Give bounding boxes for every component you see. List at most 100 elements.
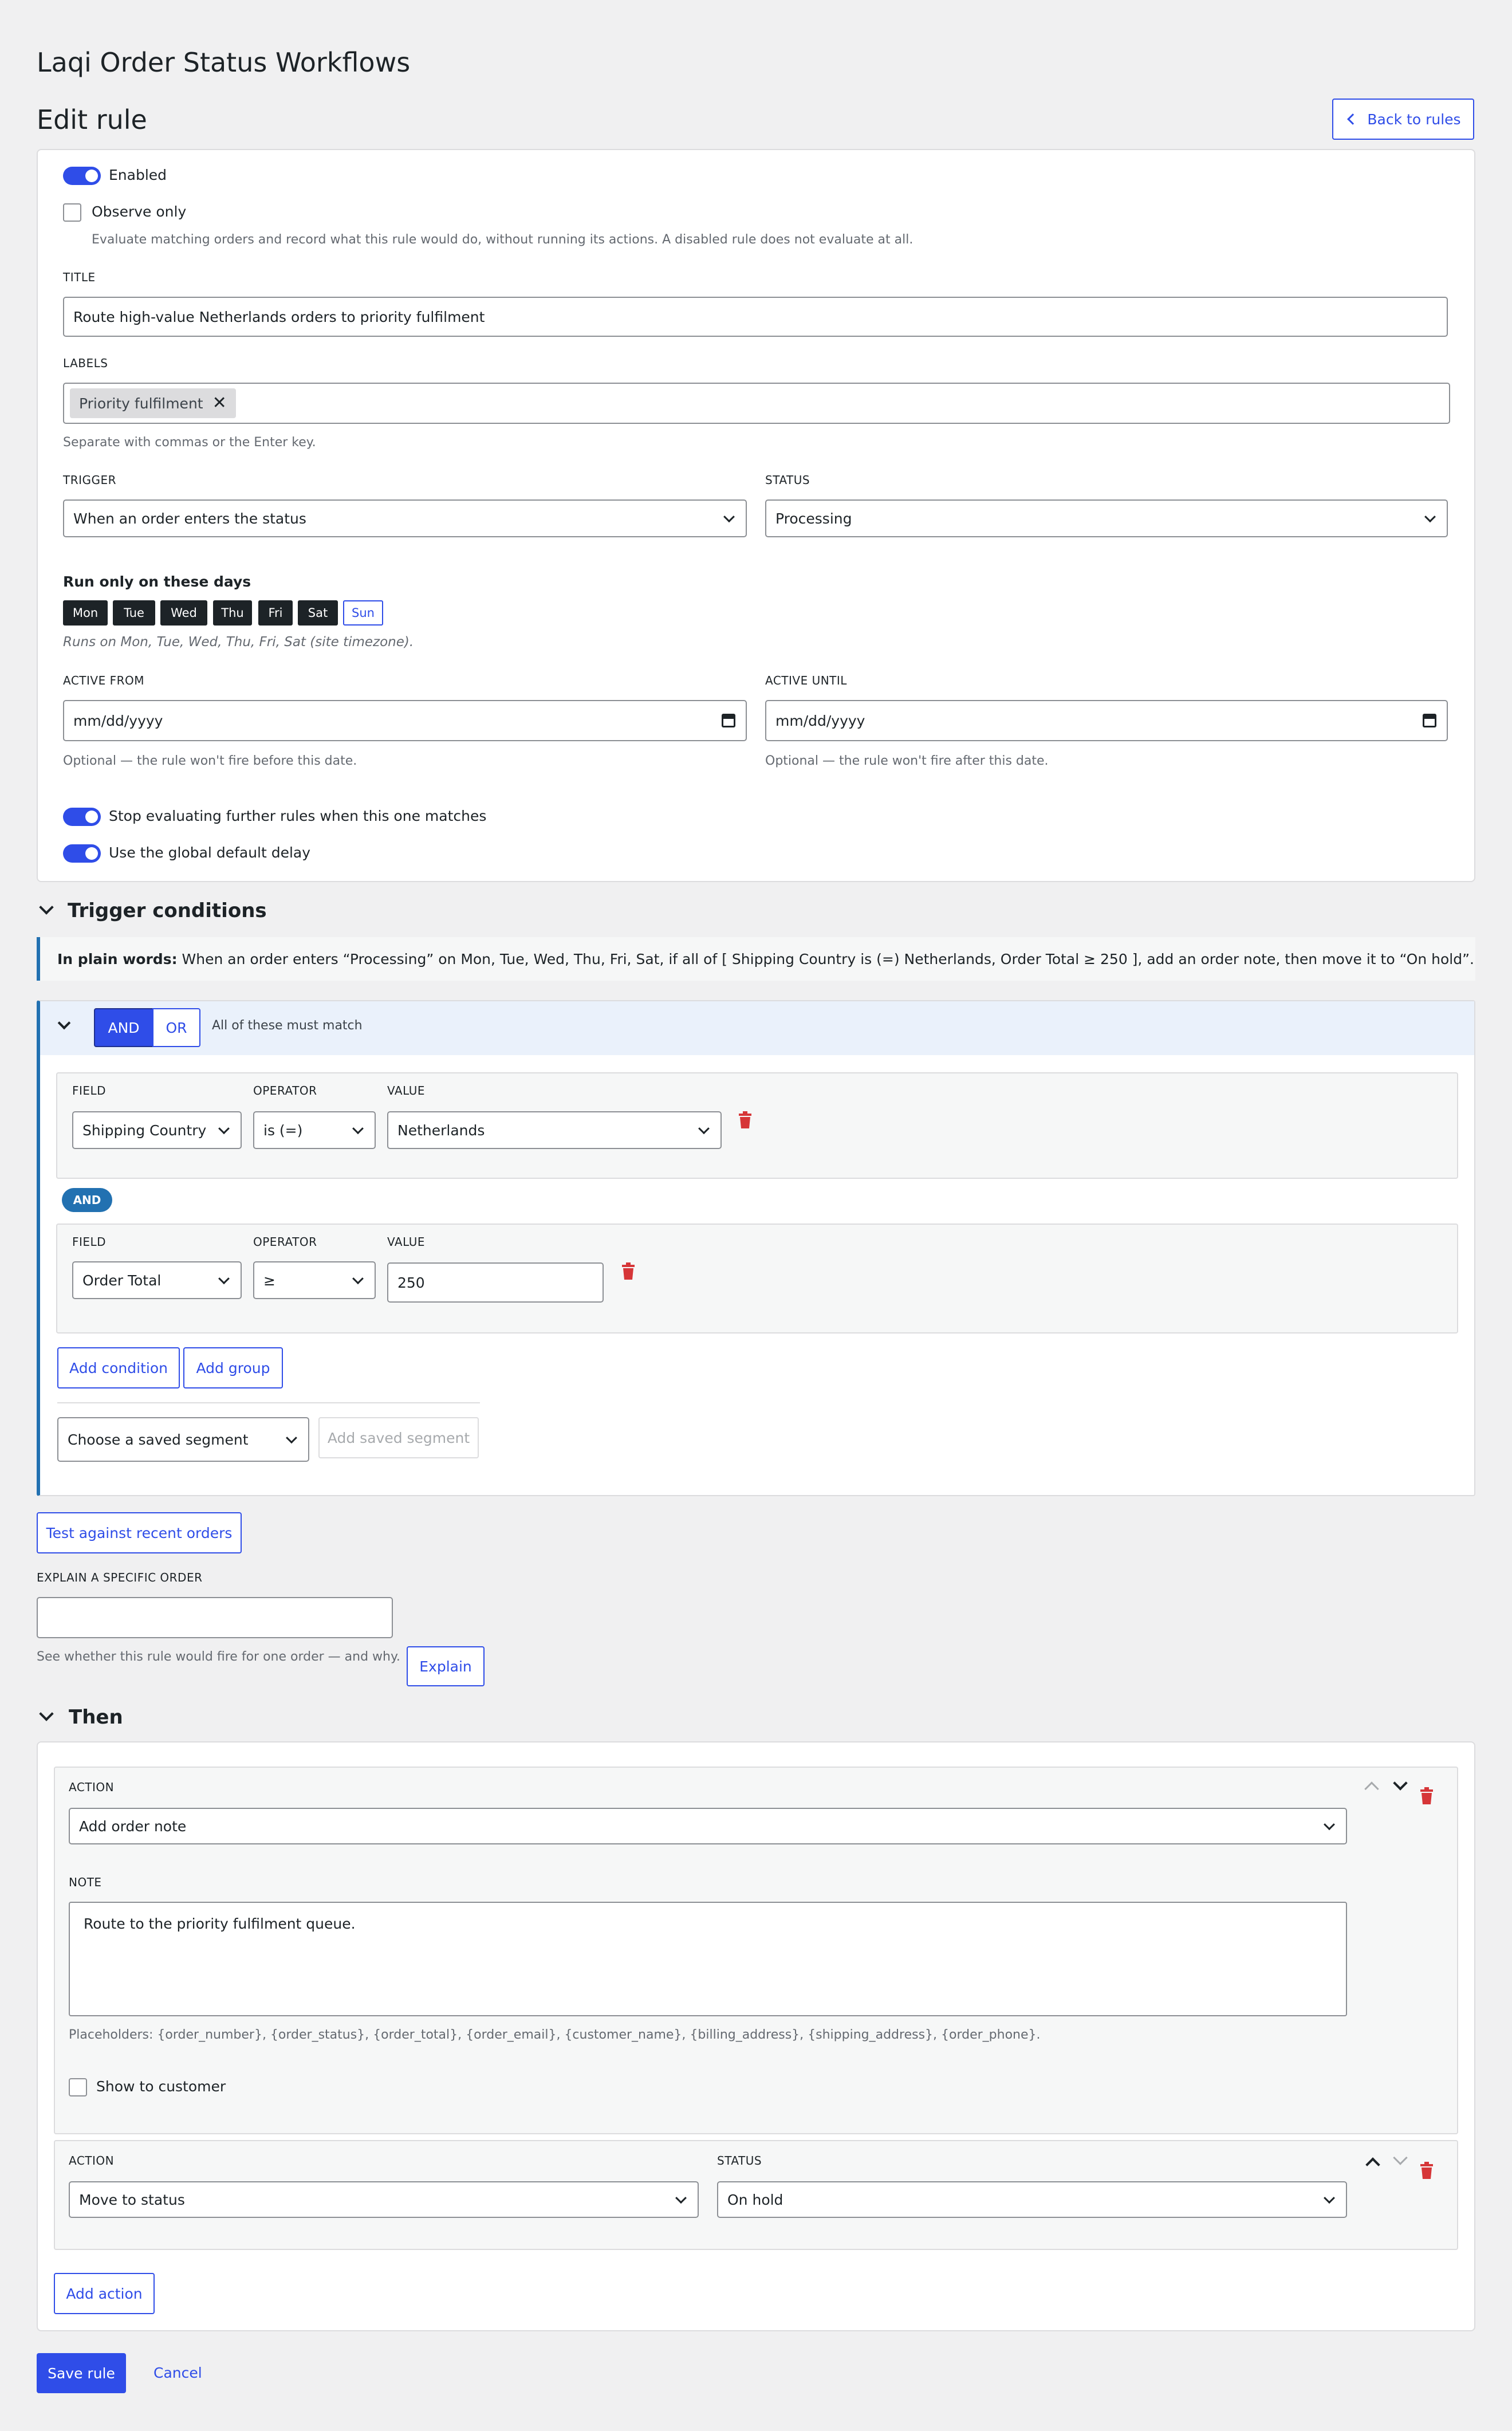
action-label: ACTION xyxy=(69,2154,115,2168)
stop-evaluating-label: Stop evaluating further rules when this … xyxy=(109,808,487,824)
field-select[interactable]: Shipping Country xyxy=(72,1111,242,1149)
day-fri[interactable]: Fri xyxy=(258,600,293,626)
day-thu[interactable]: Thu xyxy=(213,600,252,626)
title-input[interactable]: Route high-value Netherlands orders to p… xyxy=(63,297,1448,337)
conditions-heading: Trigger conditions xyxy=(68,899,267,922)
add-saved-segment-button[interactable]: Add saved segment xyxy=(318,1417,479,1458)
test-recent-orders-button[interactable]: Test against recent orders xyxy=(37,1512,242,1553)
field-label: FIELD xyxy=(72,1235,107,1249)
delete-condition-icon[interactable] xyxy=(621,1262,636,1280)
trigger-select[interactable]: When an order enters the status xyxy=(63,499,747,537)
day-sun[interactable]: Sun xyxy=(343,600,383,626)
plain-words-text: When an order enters “Processing” on Mon… xyxy=(177,950,1474,967)
active-from-value: mm/dd/yyyy xyxy=(73,712,163,729)
and-connector-badge: AND xyxy=(62,1188,112,1212)
match-text: All of these must match xyxy=(212,1018,363,1033)
calendar-icon[interactable] xyxy=(722,714,735,727)
title-input-value: Route high-value Netherlands orders to p… xyxy=(73,308,485,325)
explain-order-input[interactable] xyxy=(37,1597,393,1638)
action-select[interactable]: Add order note xyxy=(69,1808,1347,1844)
note-textarea[interactable]: Route to the priority fulfilment queue. xyxy=(69,1902,1347,2016)
show-to-customer-checkbox[interactable] xyxy=(69,2078,87,2096)
observe-only-checkbox[interactable] xyxy=(63,203,81,222)
day-tue[interactable]: Tue xyxy=(113,600,155,626)
cancel-link[interactable]: Cancel xyxy=(153,2365,202,2381)
value-label: VALUE xyxy=(387,1084,426,1098)
segment-divider xyxy=(57,1402,480,1403)
status-select[interactable]: On hold xyxy=(717,2181,1347,2218)
remove-label-icon[interactable]: ✕ xyxy=(212,395,227,412)
observe-only-help: Evaluate matching orders and record what… xyxy=(92,233,914,247)
save-rule-button[interactable]: Save rule xyxy=(37,2353,126,2393)
saved-segment-select[interactable]: Choose a saved segment xyxy=(57,1417,309,1462)
active-until-help: Optional — the rule won't fire after thi… xyxy=(765,754,1049,768)
enabled-label: Enabled xyxy=(109,167,167,183)
field-select[interactable]: Order Total xyxy=(72,1261,242,1299)
saved-segment-value: Choose a saved segment xyxy=(68,1431,249,1448)
action-label: ACTION xyxy=(69,1780,115,1794)
label-chip: Priority fulfilment ✕ xyxy=(70,388,236,418)
value-input-value: 250 xyxy=(397,1274,425,1291)
active-from-input[interactable]: mm/dd/yyyy xyxy=(63,700,747,741)
value-select-value: Netherlands xyxy=(397,1122,485,1139)
status-label: STATUS xyxy=(717,2154,762,2168)
explain-order-help: See whether this rule would fire for one… xyxy=(37,1650,400,1664)
labels-label: LABELS xyxy=(63,356,108,370)
action-select-value: Move to status xyxy=(79,2191,185,2208)
back-to-rules-button[interactable]: Back to rules xyxy=(1332,99,1474,140)
calendar-icon[interactable] xyxy=(1423,714,1436,727)
note-label: NOTE xyxy=(69,1875,102,1889)
add-group-button[interactable]: Add group xyxy=(183,1347,283,1388)
global-delay-label: Use the global default delay xyxy=(109,844,311,861)
then-heading: Then xyxy=(69,1706,123,1729)
add-condition-button[interactable]: Add condition xyxy=(57,1347,180,1388)
collapse-then-icon[interactable] xyxy=(39,1706,54,1721)
day-wed[interactable]: Wed xyxy=(160,600,207,626)
add-action-button[interactable]: Add action xyxy=(54,2273,155,2314)
plain-words-bold: In plain words: xyxy=(57,950,178,967)
delete-action-icon[interactable] xyxy=(1419,1787,1434,1804)
field-select-value: Shipping Country xyxy=(82,1122,207,1139)
delete-action-icon[interactable] xyxy=(1419,2162,1434,2179)
or-toggle-button[interactable]: OR xyxy=(152,1008,200,1047)
observe-only-label: Observe only xyxy=(92,203,187,220)
placeholders-help: Placeholders: {order_number}, {order_sta… xyxy=(69,2028,1041,2042)
field-label: FIELD xyxy=(72,1084,107,1098)
day-mon[interactable]: Mon xyxy=(63,600,108,626)
active-until-label: ACTIVE UNTIL xyxy=(765,674,847,687)
trigger-label: TRIGGER xyxy=(63,473,117,487)
stop-evaluating-toggle[interactable] xyxy=(63,808,101,826)
operator-select[interactable]: ≥ xyxy=(253,1261,376,1299)
label-chip-text: Priority fulfilment xyxy=(79,395,203,412)
operator-select-value: ≥ xyxy=(263,1272,275,1289)
trigger-select-value: When an order enters the status xyxy=(73,510,306,527)
enabled-toggle[interactable] xyxy=(63,167,101,185)
explain-button[interactable]: Explain xyxy=(407,1646,485,1686)
status-select[interactable]: Processing xyxy=(765,499,1448,537)
operator-label: OPERATOR xyxy=(253,1084,317,1098)
collapse-conditions-icon[interactable] xyxy=(39,900,54,915)
chevron-left-icon xyxy=(1347,113,1359,125)
labels-help: Separate with commas or the Enter key. xyxy=(63,435,316,450)
active-until-value: mm/dd/yyyy xyxy=(775,712,865,729)
day-sat[interactable]: Sat xyxy=(298,600,338,626)
action-select-value: Add order note xyxy=(79,1818,187,1835)
active-from-label: ACTIVE FROM xyxy=(63,674,144,687)
show-to-customer-label: Show to customer xyxy=(96,2078,226,2095)
active-until-input[interactable]: mm/dd/yyyy xyxy=(765,700,1448,741)
value-select[interactable]: Netherlands xyxy=(387,1111,722,1149)
global-delay-toggle[interactable] xyxy=(63,844,101,863)
status-select-value: Processing xyxy=(775,510,852,527)
value-label: VALUE xyxy=(387,1235,426,1249)
value-input[interactable]: 250 xyxy=(387,1262,604,1303)
action-select[interactable]: Move to status xyxy=(69,2181,699,2218)
delete-condition-icon[interactable] xyxy=(738,1111,753,1128)
status-select-value: On hold xyxy=(727,2191,783,2208)
active-from-help: Optional — the rule won't fire before th… xyxy=(63,754,357,768)
back-to-rules-label: Back to rules xyxy=(1367,111,1461,128)
days-help: Runs on Mon, Tue, Wed, Thu, Fri, Sat (si… xyxy=(63,635,414,650)
operator-label: OPERATOR xyxy=(253,1235,317,1249)
operator-select[interactable]: is (=) xyxy=(253,1111,376,1149)
labels-input[interactable]: Priority fulfilment ✕ xyxy=(63,383,1450,424)
and-toggle-button[interactable]: AND xyxy=(94,1008,153,1047)
